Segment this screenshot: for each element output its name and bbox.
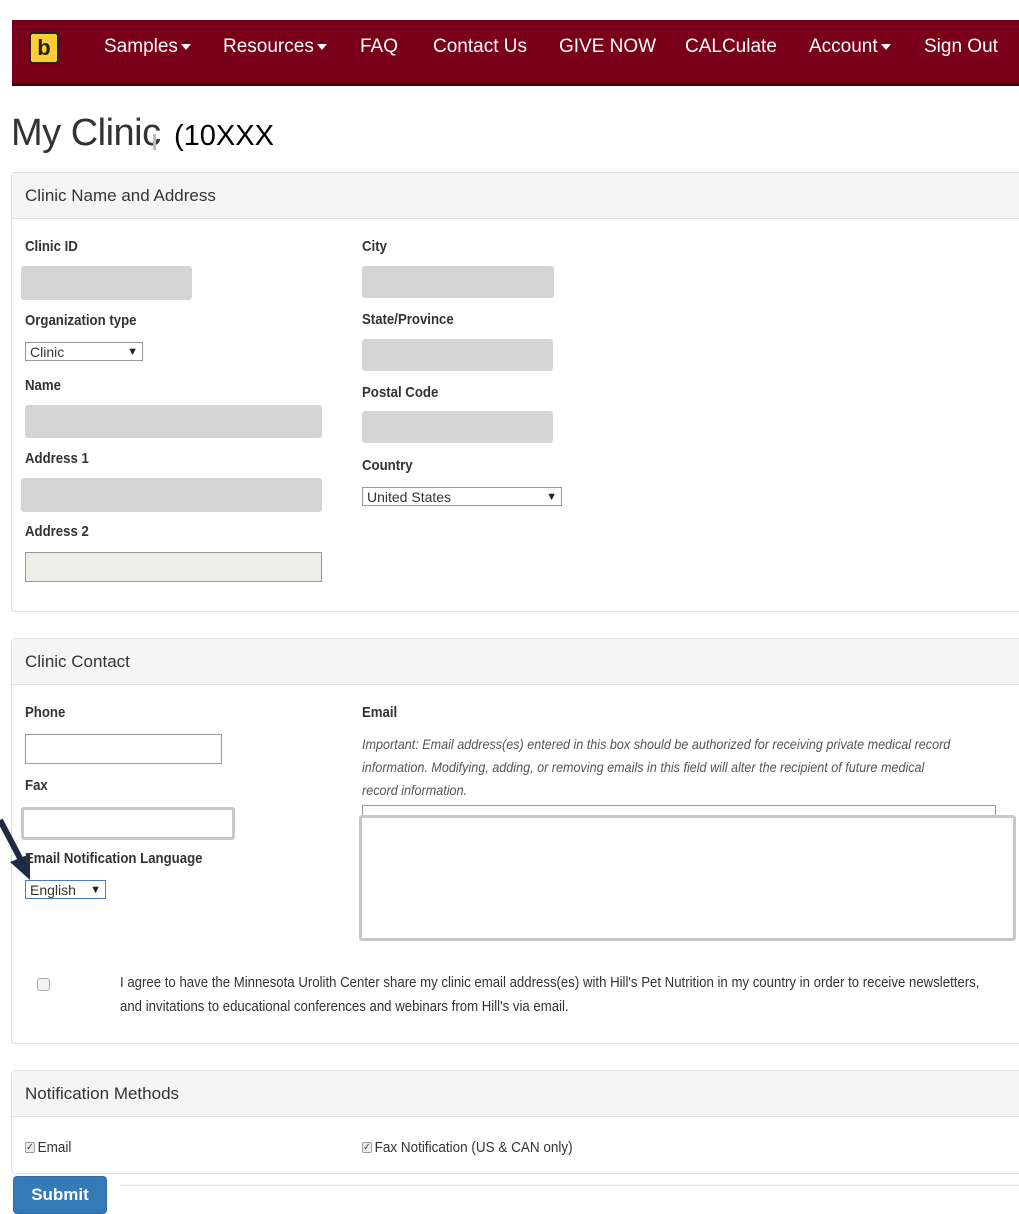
country-value: United States	[367, 488, 452, 505]
state-field[interactable]	[362, 339, 553, 371]
org-type-value: Clinic	[30, 343, 65, 360]
nav-resources-label: Resources	[223, 36, 314, 57]
email-language-select[interactable]: English ▼	[25, 880, 106, 899]
city-label: City	[362, 238, 387, 255]
address1-label: Address 1	[25, 450, 89, 467]
checkmark-icon[interactable]: ✓	[362, 1142, 372, 1153]
nav-account-label: Account	[809, 36, 878, 57]
state-label: State/Province	[362, 311, 454, 328]
org-type-label: Organization type	[25, 312, 137, 329]
country-label: Country	[362, 457, 413, 474]
checkmark-icon[interactable]: ✓	[25, 1142, 35, 1153]
clinic-number: (10XXX	[174, 120, 274, 152]
nav-sign-out[interactable]: Sign Out	[924, 36, 998, 58]
nav-give-now[interactable]: GIVE NOW	[559, 36, 656, 58]
agree-text: I agree to have the Minnesota Urolith Ce…	[120, 974, 980, 1015]
email-privacy-note: Important: Email address(es) entered in …	[362, 736, 951, 798]
fax-notification-label: Fax Notification (US & CAN only)	[374, 1139, 573, 1156]
email-language-value: English	[30, 881, 76, 898]
panel-heading: Clinic Contact	[12, 639, 1019, 685]
top-navbar: b Samples Resources FAQ Contact Us GIVE …	[12, 20, 1019, 86]
fax-field[interactable]	[21, 807, 235, 840]
site-logo[interactable]: b	[29, 32, 59, 64]
clinic-id-value	[21, 266, 192, 300]
name-label: Name	[25, 377, 61, 394]
submit-button[interactable]: Submit	[13, 1176, 107, 1214]
email-notification-label: Email	[37, 1139, 72, 1156]
title-separator	[153, 134, 156, 150]
notification-panel: Notification Methods	[11, 1070, 1019, 1174]
email-language-label: Email Notification Language	[25, 850, 203, 867]
address2-field[interactable]	[25, 552, 322, 582]
fax-notification-option[interactable]: ✓ Fax Notification (US & CAN only)	[362, 1139, 573, 1156]
city-field[interactable]	[362, 266, 554, 298]
address1-field[interactable]	[21, 478, 322, 512]
name-field[interactable]	[25, 405, 322, 438]
nav-account[interactable]: Account	[809, 36, 891, 58]
page-title: My Clinic	[11, 112, 161, 154]
clinic-id-label: Clinic ID	[25, 238, 78, 255]
panel-heading: Clinic Name and Address	[12, 173, 1019, 219]
nav-resources[interactable]: Resources	[223, 36, 327, 58]
email-notification-option[interactable]: ✓ Email	[25, 1139, 71, 1156]
email-textarea[interactable]	[359, 815, 1016, 941]
agree-checkbox[interactable]	[37, 978, 50, 991]
postal-code-field[interactable]	[362, 411, 553, 443]
email-label: Email	[362, 704, 398, 721]
dropdown-arrow-icon: ▼	[546, 490, 557, 503]
address2-label: Address 2	[25, 523, 89, 540]
dropdown-arrow-icon: ▼	[127, 345, 138, 358]
caret-down-icon	[316, 43, 327, 50]
panel-heading: Notification Methods	[12, 1071, 1019, 1117]
nav-samples[interactable]: Samples	[104, 36, 191, 58]
nav-faq[interactable]: FAQ	[360, 36, 398, 58]
divider	[120, 1185, 1019, 1186]
clinic-address-panel: Clinic Name and Address	[11, 172, 1019, 612]
country-select[interactable]: United States ▼	[362, 487, 562, 506]
fax-label: Fax	[25, 777, 48, 794]
phone-label: Phone	[25, 704, 66, 721]
org-type-select[interactable]: Clinic ▼	[25, 342, 143, 361]
nav-contact-us[interactable]: Contact Us	[433, 36, 527, 58]
caret-down-icon	[180, 43, 191, 50]
dropdown-arrow-icon: ▼	[90, 883, 101, 896]
caret-down-icon	[880, 43, 891, 50]
nav-samples-label: Samples	[104, 36, 178, 57]
nav-calculate[interactable]: CALCulate	[685, 36, 777, 58]
postal-code-label: Postal Code	[362, 384, 439, 401]
phone-field[interactable]	[25, 734, 222, 764]
